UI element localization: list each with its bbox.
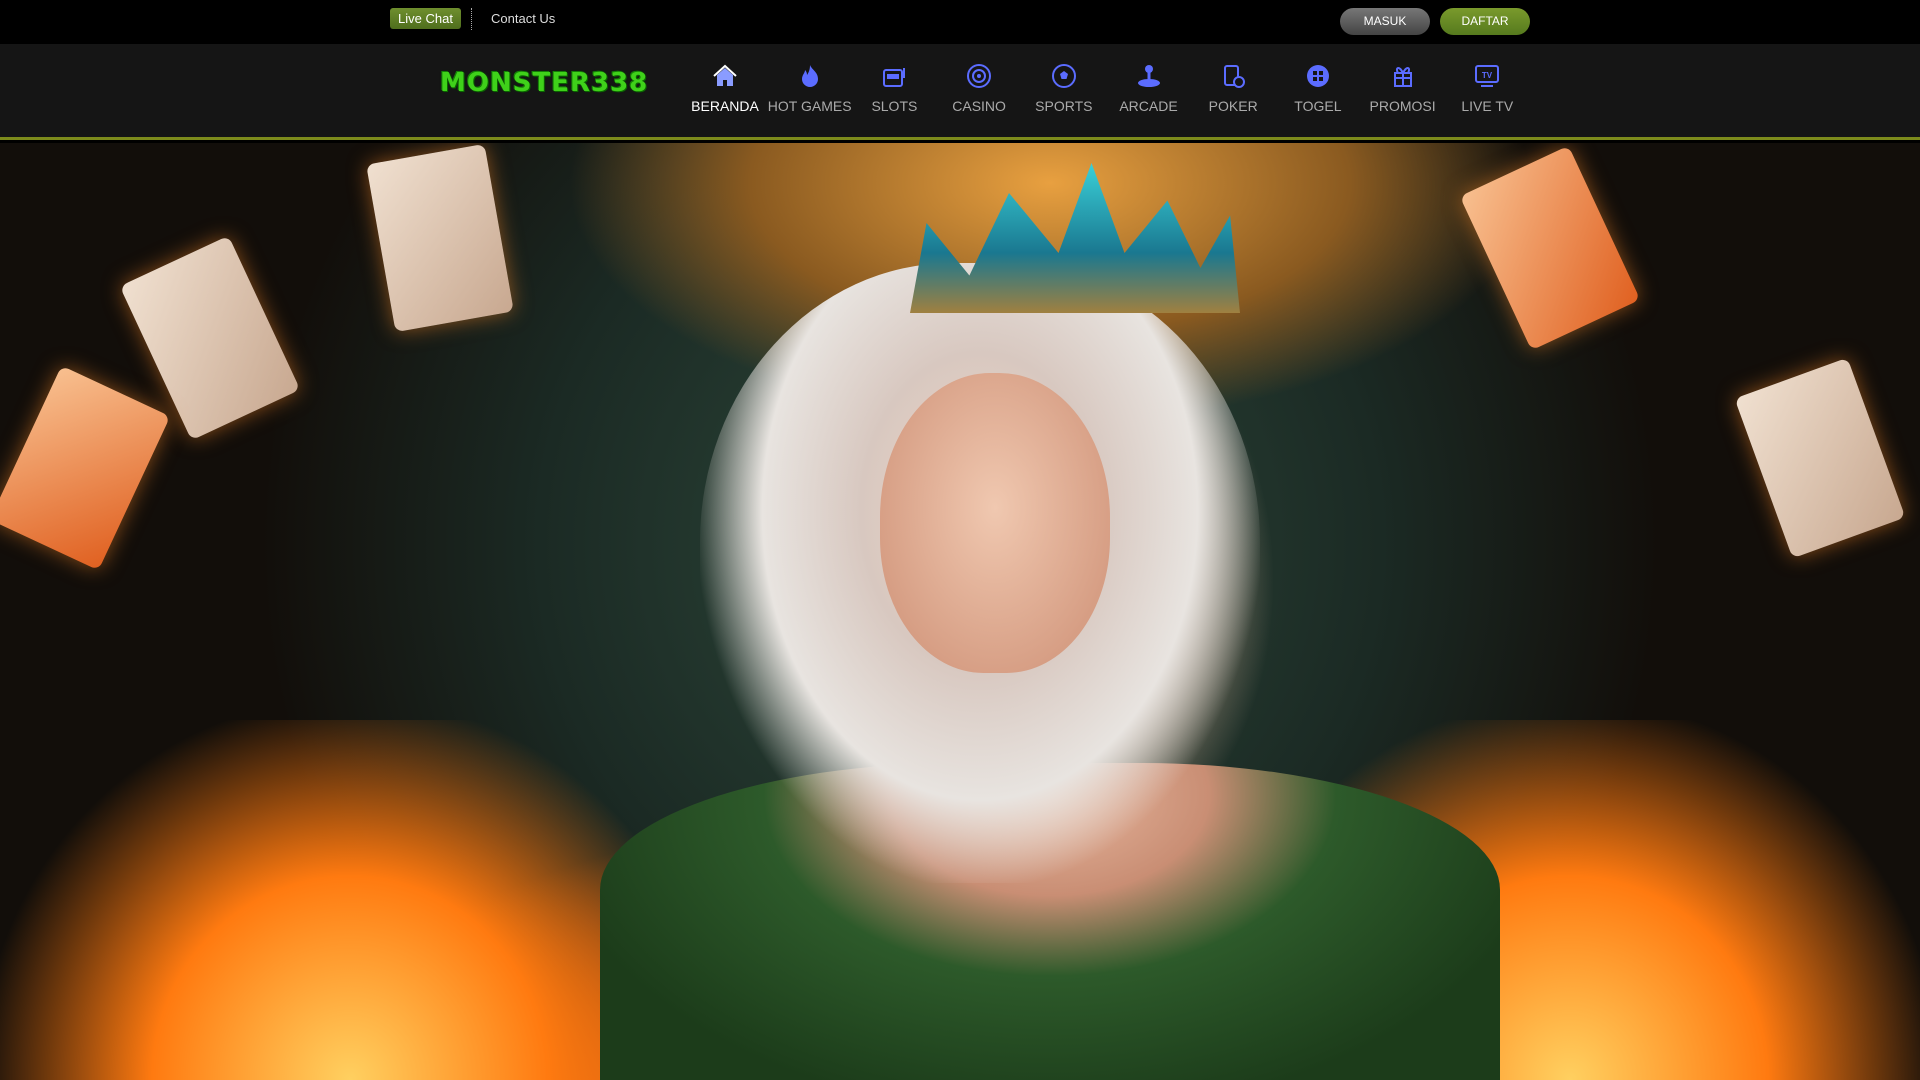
contact-us-link[interactable]: Contact Us — [491, 11, 555, 26]
slot-machine-icon — [883, 68, 906, 87]
casino-chip-icon — [967, 64, 992, 88]
nav-item-label: PROMOSI — [1369, 98, 1436, 114]
logo[interactable]: MONSTER338 — [440, 68, 648, 98]
home-icon — [713, 64, 737, 86]
nav-item-label: ARCADE — [1119, 98, 1178, 114]
fire-icon — [801, 65, 818, 87]
lottery-icon — [1306, 65, 1329, 87]
nav-item-promosi[interactable]: PROMOSI — [1361, 62, 1445, 114]
playing-card — [0, 365, 171, 571]
nav-item-label: TOGEL — [1294, 98, 1342, 114]
gift-icon — [1393, 67, 1412, 87]
playing-card — [1459, 145, 1641, 351]
joystick-icon — [1137, 65, 1160, 87]
login-button[interactable]: MASUK — [1340, 8, 1430, 35]
nav-item-label: HOT GAMES — [767, 98, 852, 114]
nav-item-label: CASINO — [952, 98, 1006, 114]
nav-item-label: LIVE TV — [1461, 98, 1514, 114]
crown — [910, 163, 1240, 313]
figure-face — [880, 373, 1110, 673]
soccer-ball-icon — [1051, 64, 1076, 88]
main-nav: MONSTER338 BERANDA HOT GAMES SLOTS CASINO SP… — [0, 44, 1920, 140]
svg-text:TV: TV — [1482, 71, 1493, 80]
nav-item-arcade[interactable]: ARCADE — [1107, 62, 1191, 114]
nav-item-label: BERANDA — [691, 98, 759, 114]
playing-card — [366, 143, 514, 333]
poker-cards-icon — [1224, 65, 1246, 88]
nav-item-beranda[interactable]: BERANDA — [683, 62, 767, 114]
nav-item-slots[interactable]: SLOTS — [852, 62, 936, 114]
divider — [471, 8, 472, 30]
tv-icon: TV — [1475, 65, 1500, 87]
nav-item-label: SPORTS — [1035, 98, 1093, 114]
nav-item-togel[interactable]: TOGEL — [1276, 62, 1360, 114]
playing-card — [1734, 357, 1906, 559]
nav-item-casino[interactable]: CASINO — [937, 62, 1021, 114]
top-bar: Live Chat Contact Us MASUK DAFTAR — [0, 0, 1920, 44]
nav-item-live-tv[interactable]: TV LIVE TV — [1445, 62, 1529, 114]
flames-left — [0, 720, 700, 1080]
live-chat-button[interactable]: Live Chat — [390, 8, 461, 29]
nav-item-hot-games[interactable]: HOT GAMES — [768, 62, 852, 114]
nav-item-poker[interactable]: POKER — [1191, 62, 1275, 114]
register-button[interactable]: DAFTAR — [1440, 8, 1530, 35]
nav-item-sports[interactable]: SPORTS — [1022, 62, 1106, 114]
nav-item-label: SLOTS — [871, 98, 918, 114]
hero-banner[interactable] — [0, 143, 1920, 1080]
nav-item-label: POKER — [1208, 98, 1258, 114]
